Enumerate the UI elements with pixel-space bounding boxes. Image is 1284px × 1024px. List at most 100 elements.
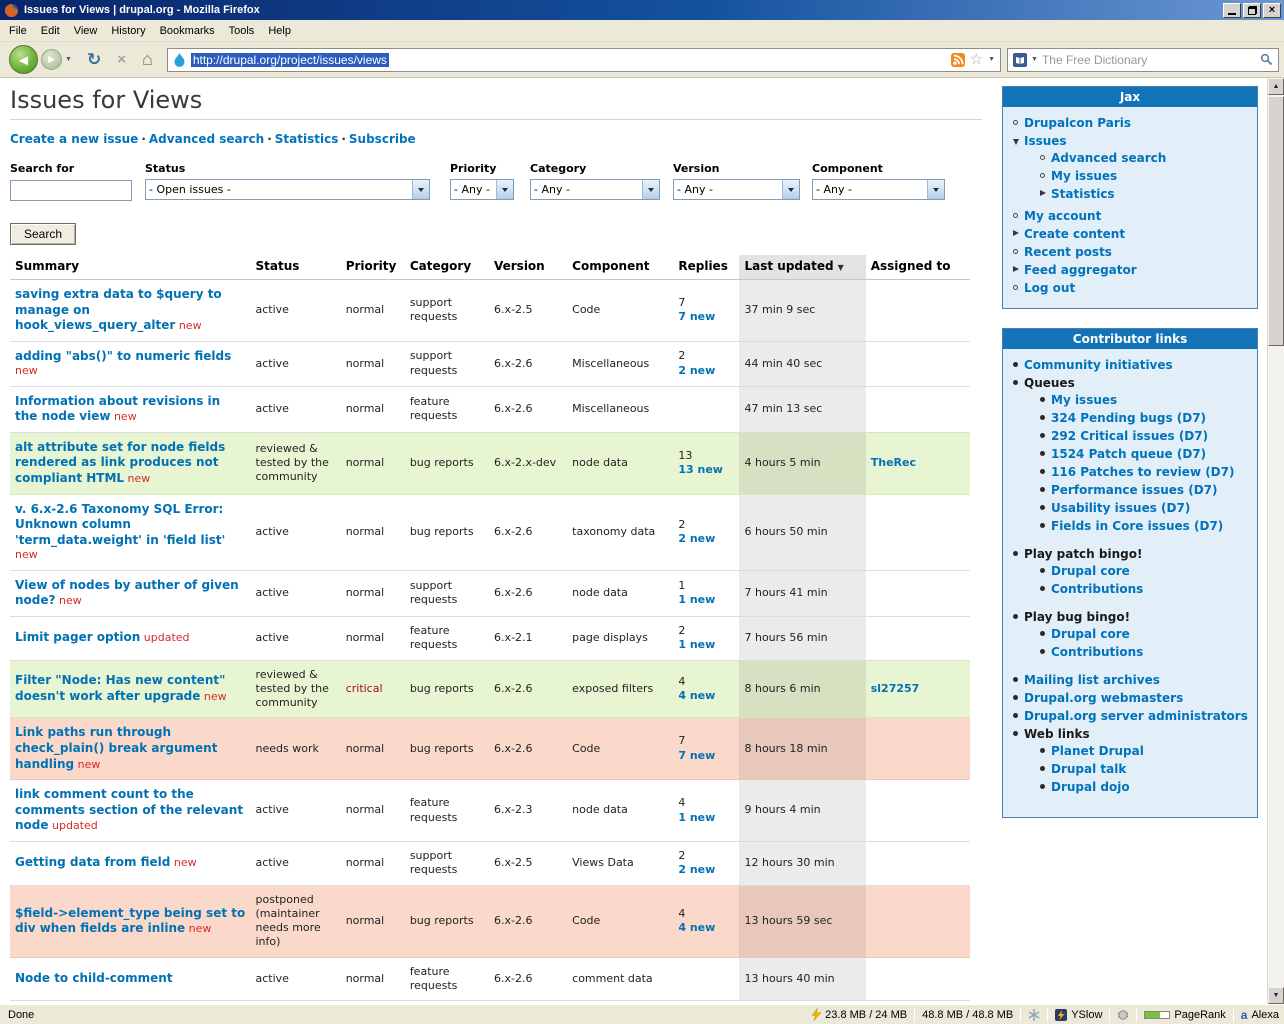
new-replies-link[interactable]: 1 new bbox=[678, 593, 715, 606]
sidebar-link[interactable]: Feed aggregator bbox=[1024, 263, 1137, 277]
column-header-last-updated[interactable]: Last updated▼ bbox=[739, 255, 865, 280]
category-select[interactable]: - Any - bbox=[530, 179, 660, 200]
menu-help[interactable]: Help bbox=[261, 21, 298, 41]
issue-link[interactable]: v. 6.x-2.6 Taxonomy SQL Error: Unknown c… bbox=[15, 502, 225, 547]
search-bar[interactable]: ▼ The Free Dictionary bbox=[1007, 48, 1279, 72]
column-header-summary[interactable]: Summary bbox=[10, 255, 251, 280]
engine-dropdown-icon[interactable]: ▼ bbox=[1031, 56, 1038, 63]
home-button[interactable]: ⌂ bbox=[142, 49, 153, 70]
magnifier-icon[interactable] bbox=[1260, 53, 1273, 66]
status-select[interactable]: - Open issues - bbox=[145, 179, 430, 200]
bookmark-star-icon[interactable]: ☆ bbox=[970, 52, 983, 67]
close-button[interactable]: × bbox=[1263, 3, 1281, 18]
sidebar-link[interactable]: Log out bbox=[1024, 281, 1075, 295]
restore-button[interactable] bbox=[1243, 3, 1261, 18]
menu-edit[interactable]: Edit bbox=[34, 21, 67, 41]
url-dropdown-icon[interactable]: ▼ bbox=[988, 56, 995, 63]
sidebar-link[interactable]: Contributions bbox=[1051, 582, 1143, 596]
assigned-user-link[interactable]: sl27257 bbox=[871, 682, 920, 695]
sidebar-link[interactable]: Drupal core bbox=[1051, 564, 1130, 578]
alexa-panel[interactable]: a Alexa bbox=[1238, 1008, 1282, 1022]
search-button[interactable]: Search bbox=[10, 223, 76, 245]
sidebar-link[interactable]: Statistics bbox=[1051, 187, 1115, 201]
sidebar-link[interactable]: Performance issues (D7) bbox=[1051, 483, 1218, 497]
menu-tools[interactable]: Tools bbox=[222, 21, 262, 41]
sidebar-link[interactable]: Mailing list archives bbox=[1024, 673, 1160, 687]
sidebar-link[interactable]: My account bbox=[1024, 209, 1101, 223]
component-select[interactable]: - Any - bbox=[812, 179, 945, 200]
sidebar-link[interactable]: Contributions bbox=[1051, 645, 1143, 659]
column-header-category[interactable]: Category bbox=[405, 255, 489, 280]
sidebar-link[interactable]: Create content bbox=[1024, 227, 1125, 241]
action-link-create-a-new-issue[interactable]: Create a new issue bbox=[10, 132, 138, 146]
action-link-subscribe[interactable]: Subscribe bbox=[349, 132, 416, 146]
new-replies-link[interactable]: 7 new bbox=[678, 749, 715, 762]
new-replies-link[interactable]: 2 new bbox=[678, 532, 715, 545]
extension-panel[interactable] bbox=[1025, 1009, 1043, 1021]
new-replies-link[interactable]: 4 new bbox=[678, 689, 715, 702]
pagerank-panel[interactable]: PageRank bbox=[1141, 1009, 1228, 1021]
column-header-component[interactable]: Component bbox=[567, 255, 673, 280]
action-link-statistics[interactable]: Statistics bbox=[275, 132, 339, 146]
sidebar-link[interactable]: Recent posts bbox=[1024, 245, 1112, 259]
new-replies-link[interactable]: 7 new bbox=[678, 310, 715, 323]
sidebar-link[interactable]: Drupal talk bbox=[1051, 762, 1126, 776]
sidebar-link[interactable]: Fields in Core issues (D7) bbox=[1051, 519, 1223, 533]
column-header-replies[interactable]: Replies bbox=[673, 255, 739, 280]
menu-file[interactable]: File bbox=[2, 21, 34, 41]
issue-link[interactable]: adding "abs()" to numeric fields bbox=[15, 349, 231, 363]
new-replies-link[interactable]: 2 new bbox=[678, 863, 715, 876]
sidebar-link[interactable]: Issues bbox=[1024, 134, 1067, 148]
sidebar-link[interactable]: Planet Drupal bbox=[1051, 744, 1144, 758]
scrollbar-track[interactable] bbox=[1268, 95, 1284, 987]
sidebar-link[interactable]: My issues bbox=[1051, 393, 1117, 407]
issue-link[interactable]: Filter "Node: Has new content" doesn't w… bbox=[15, 673, 225, 703]
sidebar-link[interactable]: Usability issues (D7) bbox=[1051, 501, 1190, 515]
sidebar-link[interactable]: Drupal.org webmasters bbox=[1024, 691, 1183, 705]
search-input[interactable]: The Free Dictionary bbox=[1042, 53, 1256, 67]
sidebar-link[interactable]: Advanced search bbox=[1051, 151, 1166, 165]
sidebar-link[interactable]: 324 Pending bugs (D7) bbox=[1051, 411, 1206, 425]
sidebar-link[interactable]: 292 Critical issues (D7) bbox=[1051, 429, 1208, 443]
url-text[interactable]: http://drupal.org/project/issues/views bbox=[191, 53, 389, 67]
scroll-up-button[interactable]: ▲ bbox=[1268, 78, 1284, 95]
action-link-advanced-search[interactable]: Advanced search bbox=[149, 132, 264, 146]
column-header-status[interactable]: Status bbox=[251, 255, 341, 280]
issue-link[interactable]: Link paths run through check_plain() bre… bbox=[15, 725, 217, 770]
forward-button[interactable]: ▶ bbox=[41, 49, 62, 70]
assigned-user-link[interactable]: TheRec bbox=[871, 456, 916, 469]
location-bar[interactable]: http://drupal.org/project/issues/views ☆… bbox=[167, 48, 1001, 72]
sidebar-link[interactable]: Drupal.org server administrators bbox=[1024, 709, 1248, 723]
sidebar-link[interactable]: Drupal core bbox=[1051, 627, 1130, 641]
new-replies-link[interactable]: 1 new bbox=[678, 638, 715, 651]
new-replies-link[interactable]: 1 new bbox=[678, 811, 715, 824]
site-favicon[interactable] bbox=[173, 53, 186, 67]
menu-view[interactable]: View bbox=[67, 21, 105, 41]
sidebar-link[interactable]: Drupal dojo bbox=[1051, 780, 1130, 794]
menu-history[interactable]: History bbox=[104, 21, 152, 41]
sidebar-link[interactable]: Drupalcon Paris bbox=[1024, 116, 1131, 130]
search-for-input[interactable] bbox=[10, 180, 132, 201]
issue-link[interactable]: Node to child-comment bbox=[15, 971, 173, 985]
vertical-scrollbar[interactable]: ▲ ▼ bbox=[1267, 78, 1284, 1004]
priority-select[interactable]: - Any - bbox=[450, 179, 514, 200]
issue-link[interactable]: View of nodes by auther of given node? bbox=[15, 578, 239, 608]
new-replies-link[interactable]: 13 new bbox=[678, 463, 723, 476]
history-dropdown-button[interactable]: ▼ bbox=[65, 56, 72, 63]
rss-feed-icon[interactable] bbox=[951, 53, 965, 67]
back-button[interactable]: ◀ bbox=[9, 45, 38, 74]
sidebar-link[interactable]: My issues bbox=[1051, 169, 1117, 183]
menu-bookmarks[interactable]: Bookmarks bbox=[153, 21, 222, 41]
column-header-assigned-to[interactable]: Assigned to bbox=[866, 255, 970, 280]
minimize-button[interactable] bbox=[1223, 3, 1241, 18]
reload-button[interactable]: ↻ bbox=[87, 50, 101, 70]
version-select[interactable]: - Any - bbox=[673, 179, 800, 200]
issue-link[interactable]: Limit pager option bbox=[15, 630, 140, 644]
new-replies-link[interactable]: 2 new bbox=[678, 364, 715, 377]
scrollbar-thumb[interactable] bbox=[1268, 96, 1284, 346]
snowflake-extension-icon[interactable] bbox=[1028, 1009, 1040, 1021]
scroll-down-button[interactable]: ▼ bbox=[1268, 987, 1284, 1004]
search-engine-icon[interactable] bbox=[1013, 53, 1027, 67]
new-replies-link[interactable]: 4 new bbox=[678, 921, 715, 934]
sidebar-link[interactable]: 1524 Patch queue (D7) bbox=[1051, 447, 1206, 461]
